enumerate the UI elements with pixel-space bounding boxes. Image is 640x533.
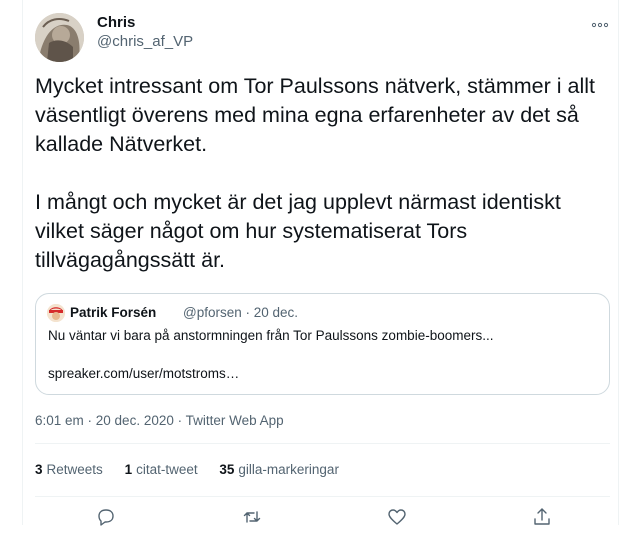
quote-tweets-stat[interactable]: 1 citat-tweet	[125, 462, 198, 477]
likes-count: 35	[219, 462, 235, 477]
tweet-date[interactable]: 20 dec. 2020	[96, 413, 174, 428]
divider	[35, 496, 610, 497]
retweets-count: 3	[35, 462, 43, 477]
more-dots-icon[interactable]	[590, 18, 610, 30]
quoted-tweet[interactable]: Patrik Forsén @pforsen · 20 dec. Nu vänt…	[35, 293, 610, 395]
author-handle[interactable]: @chris_af_VP	[97, 33, 193, 50]
quoted-tweet-text: Nu väntar vi bara på anstormningen från …	[48, 328, 494, 343]
quoted-author-meta: @pforsen · 20 dec.	[183, 305, 299, 320]
likes-label: gilla-markeringar	[238, 462, 339, 477]
tweet-source[interactable]: Twitter Web App	[186, 413, 284, 428]
tweet-stats: 3 Retweets 1 citat-tweet 35 gilla-markering…	[35, 462, 357, 477]
quoted-author-name: Patrik Forsén	[70, 305, 157, 320]
tweet-paragraph: Mycket intressant om Tor Paulssons nätve…	[35, 74, 595, 156]
likes-stat[interactable]: 35 gilla-markeringar	[219, 462, 339, 477]
tweet-paragraph: I mångt och mycket är det jag upplevt nä…	[35, 190, 561, 272]
tweet-header: Chris @chris_af_VP	[35, 10, 610, 66]
quote-tweets-count: 1	[124, 462, 133, 477]
author-name[interactable]: Chris	[97, 14, 135, 31]
tweet-timestamp: 6:01 em · 20 dec. 2020 · Twitter Web App	[35, 413, 284, 428]
timestamp-separator: ·	[83, 413, 96, 428]
tweet-text: Mycket intressant om Tor Paulssons nätve…	[35, 72, 610, 275]
tweet-time[interactable]: 6:01 em	[35, 413, 84, 428]
divider	[35, 443, 610, 444]
retweets-label: Retweets	[46, 462, 103, 477]
retweets-stat[interactable]: 3 Retweets	[35, 462, 103, 477]
quote-tweets-label: citat-tweet	[136, 462, 198, 477]
tweet-card: Chris @chris_af_VP Mycket intressant om …	[22, 0, 619, 526]
timestamp-separator: ·	[173, 413, 186, 428]
quoted-author-avatar	[47, 304, 65, 322]
author-avatar[interactable]	[35, 13, 84, 62]
quoted-tweet-link[interactable]: spreaker.com/user/motstroms…	[48, 366, 239, 381]
